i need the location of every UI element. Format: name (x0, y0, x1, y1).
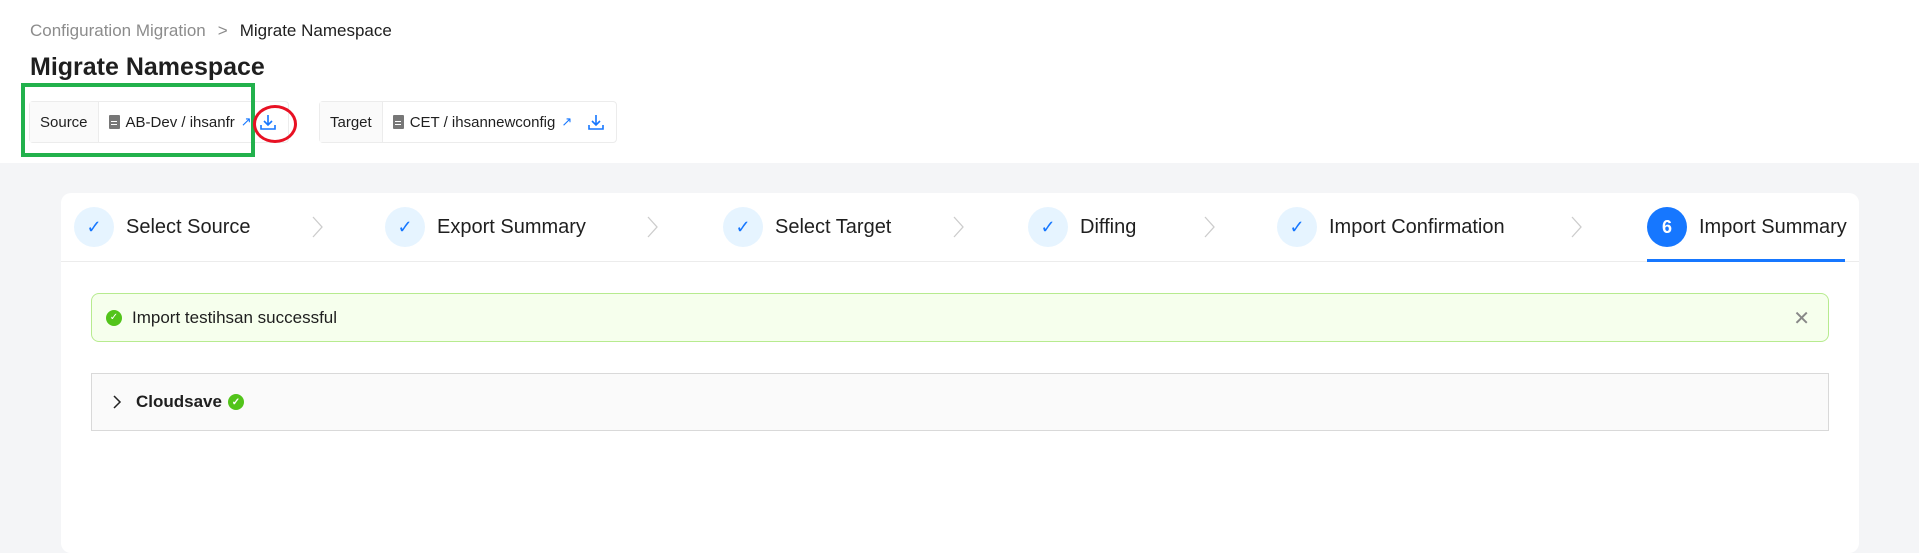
chevron-right-icon (312, 216, 323, 238)
success-alert: ✓ Import testihsan successful ✕ (91, 293, 1829, 342)
check-icon: ✓ (74, 207, 114, 247)
wizard-card: ✓ Select Source ✓ Export Summary ✓ Select T… (61, 193, 1859, 553)
step-label: Select Source (126, 215, 251, 238)
breadcrumb-separator: > (217, 21, 228, 40)
step-diffing[interactable]: ✓ Diffing (1028, 207, 1136, 247)
collapse-title: Cloudsave (136, 392, 222, 411)
step-label: Import Confirmation (1329, 215, 1505, 238)
step-import-confirmation[interactable]: ✓ Import Confirmation (1277, 207, 1505, 247)
annotation-highlight-box (21, 83, 255, 157)
chevron-right-icon (113, 395, 122, 409)
check-icon: ✓ (385, 207, 425, 247)
check-icon: ✓ (1028, 207, 1068, 247)
step-export-summary[interactable]: ✓ Export Summary (385, 207, 586, 247)
target-label: Target (320, 102, 383, 142)
step-label: Export Summary (437, 215, 586, 238)
header: Configuration Migration > Migrate Namespac… (0, 0, 1919, 163)
close-icon[interactable]: ✕ (1793, 306, 1810, 331)
download-icon[interactable] (586, 112, 606, 132)
breadcrumb-parent[interactable]: Configuration Migration (30, 21, 206, 40)
page-title: Migrate Namespace (30, 53, 265, 81)
chevron-right-icon (1204, 216, 1215, 238)
step-label: Diffing (1080, 215, 1137, 238)
step-number: 6 (1647, 207, 1687, 247)
breadcrumb: Configuration Migration > Migrate Namespac… (30, 21, 392, 41)
breadcrumb-current: Migrate Namespace (239, 21, 392, 40)
target-box: Target CET / ihsannewconfig ↗︎ (319, 101, 618, 143)
check-icon: ✓ (723, 207, 763, 247)
step-select-source[interactable]: ✓ Select Source (74, 207, 251, 247)
check-circle-icon: ✓ (106, 309, 122, 326)
step-select-target[interactable]: ✓ Select Target (723, 207, 891, 247)
active-step-underline (1647, 259, 1845, 262)
external-link-icon[interactable]: ↗︎ (561, 114, 572, 130)
check-circle-icon: ✓ (227, 394, 244, 410)
step-label: Select Target (775, 215, 892, 238)
steps-bar: ✓ Select Source ✓ Export Summary ✓ Select T… (61, 193, 1859, 262)
file-icon (392, 115, 404, 129)
chevron-right-icon (1571, 216, 1582, 238)
chevron-right-icon (953, 216, 964, 238)
chevron-right-icon (647, 216, 658, 238)
step-import-summary[interactable]: 6 Import Summary (1647, 207, 1847, 247)
check-icon: ✓ (1277, 207, 1317, 247)
annotation-circle (253, 105, 297, 143)
step-label: Import Summary (1699, 215, 1847, 238)
alert-message: Import testihsan successful (132, 307, 338, 327)
cloudsave-collapse[interactable]: Cloudsave ✓ (91, 373, 1829, 431)
target-value: CET / ihsannewconfig (409, 113, 556, 131)
